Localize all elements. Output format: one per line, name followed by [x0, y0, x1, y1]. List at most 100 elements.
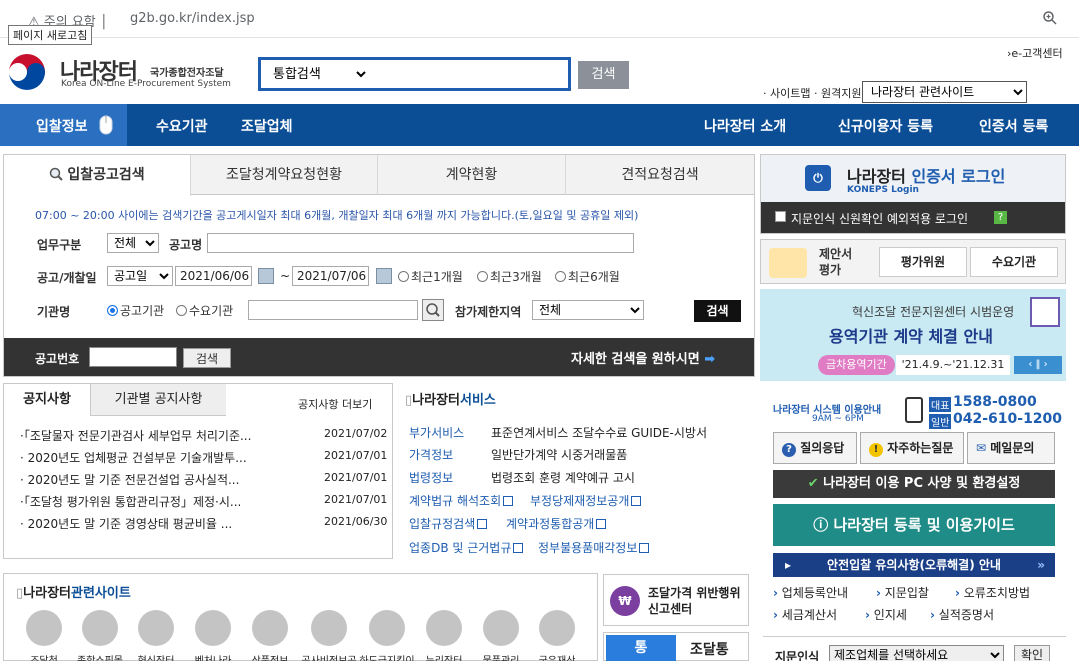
svc-link[interactable]: 부정당제재정보공개: [530, 492, 642, 509]
won-report-icon: ₩: [610, 586, 640, 616]
quick-link[interactable]: › 오류조치방법: [955, 584, 1030, 601]
svc-value[interactable]: 일반단가계약 시중거래물품: [491, 446, 627, 463]
radio-1month[interactable]: 최근1개월: [398, 268, 463, 285]
quick-link[interactable]: › 인지세: [865, 606, 907, 623]
quick-link[interactable]: › 실적증명서: [930, 606, 994, 623]
product-info-icon[interactable]: [252, 610, 288, 646]
goods-management-icon[interactable]: [483, 610, 519, 646]
confirm-button[interactable]: 확인: [1014, 645, 1050, 661]
svc-link[interactable]: 업종DB 및 근거법규: [409, 539, 524, 556]
browser-address-bar: ⚠ 주의 요함 │ g2b.go.kr/index.jsp 페이지 새로고침: [0, 0, 1079, 45]
radio-6month[interactable]: 최근6개월: [555, 268, 620, 285]
nav-about[interactable]: 나라장터 소개: [704, 116, 786, 136]
safe-bidding-notice[interactable]: ▸ 안전입찰 유의사항(오류해결) 안내»: [773, 553, 1055, 577]
pps-icon[interactable]: [26, 610, 62, 646]
tab-agency-notices[interactable]: 기관별 공지사항: [90, 384, 226, 416]
agency-input[interactable]: [248, 300, 418, 320]
venture-market-icon[interactable]: [195, 610, 231, 646]
checkbox[interactable]: [775, 211, 786, 222]
calendar-icon[interactable]: [376, 268, 392, 284]
quick-link[interactable]: › 세금계산서: [773, 606, 837, 623]
mouse-icon: [98, 114, 114, 136]
fingerprint-exception-login[interactable]: 지문인식 신원확인 예외적용 로그인 ?: [761, 202, 1065, 233]
registration-guide-button[interactable]: ⓘ 나라장터 등록 및 이용가이드: [773, 504, 1055, 546]
radio-notice-agency[interactable]: 공고기관: [107, 302, 164, 319]
external-link-icon: [639, 543, 650, 553]
date-to-input[interactable]: 2021/07/06: [292, 266, 369, 286]
notice-row[interactable]: · 2020년도 업체평균 건설부문 기술개발투... 2021/07/01: [20, 449, 387, 466]
notice-row[interactable]: · 2020년도 말 기준 경영상태 평균비율 ... 2021/06/30: [20, 515, 387, 532]
radio-3month[interactable]: 최근3개월: [477, 268, 542, 285]
nav-supplier[interactable]: 조달업체: [241, 116, 293, 136]
check-shield-icon: ✔: [807, 476, 819, 491]
svc-key: 부가서비스: [409, 426, 465, 440]
nav-new-user[interactable]: 신규이용자 등록: [838, 116, 933, 136]
zoom-icon[interactable]: [1042, 10, 1058, 26]
url-text[interactable]: g2b.go.kr/index.jsp: [130, 11, 255, 26]
nav-bid-info[interactable]: 입찰정보: [36, 116, 88, 136]
notice-row[interactable]: ·「조달청 평가위원 통합관리규정」제정·시... 2021/07/01: [20, 493, 387, 510]
cert-login-button[interactable]: ⏻ 나라장터 인증서 로그인 KONEPS Login: [761, 155, 1065, 202]
violation-report-center[interactable]: ₩ 조달가격 위반행위 신고센터: [603, 574, 749, 626]
quick-link[interactable]: › 지문입찰: [876, 584, 929, 601]
notice-row[interactable]: · 2020년도 말 기준 전문건설업 공사실적... 2021/07/01: [20, 471, 387, 488]
detail-search-link[interactable]: 자세한 검색을 원하시면 ➡: [571, 348, 715, 367]
state-property-icon[interactable]: [539, 610, 575, 646]
mail-button[interactable]: ✉ 메일문의: [967, 432, 1055, 464]
help-icon[interactable]: ?: [994, 211, 1007, 224]
banner-pager[interactable]: ‹ ‖ ›: [1014, 356, 1062, 374]
logo-sub: 국가종합전자조달: [150, 68, 224, 79]
nav-cert-register[interactable]: 인증서 등록: [979, 116, 1048, 136]
customer-center-link[interactable]: ›e-고객센터: [1007, 45, 1063, 61]
calendar-icon[interactable]: [258, 268, 274, 284]
svc-link[interactable]: 정부불용품매각정보: [538, 539, 650, 556]
innovation-market-icon[interactable]: [138, 610, 174, 646]
svc-link[interactable]: 입찰규정검색: [409, 515, 488, 532]
sitemap-link[interactable]: · 사이트맵 · 원격지원: [763, 85, 861, 101]
tab-notices[interactable]: 공지사항: [4, 384, 90, 416]
svc-value[interactable]: 표준연계서비스 조달수수료 GUIDE-시방서: [491, 424, 707, 441]
svc-link[interactable]: 계약법규 해석조회: [409, 492, 514, 509]
faq-button[interactable]: ! 자주하는질문: [860, 432, 964, 464]
date-from-input[interactable]: 2021/06/06: [175, 266, 252, 286]
biz-type-label: 업무구분: [37, 238, 82, 252]
related-sites-select[interactable]: 나라장터 관련사이트: [862, 81, 1027, 103]
nuri-market-icon[interactable]: [426, 610, 462, 646]
external-link-icon: [596, 519, 607, 529]
global-search-button[interactable]: 검색: [578, 61, 629, 89]
notices-more-link[interactable]: 공지사항 더보기: [298, 396, 372, 412]
site-logo[interactable]: 나라장터 국가종합전자조달 Korea ON-Line E-Procuremen…: [4, 52, 244, 98]
date-type-select[interactable]: 공고일: [107, 266, 173, 286]
notice-number-input[interactable]: [89, 347, 177, 367]
svc-link[interactable]: 계약과정통합공개: [506, 515, 607, 532]
phone-icon: [905, 397, 923, 423]
pc-spec-button[interactable]: ✔ 나라장터 이용 PC 사양 및 환경설정: [773, 470, 1055, 498]
cube-icon: [1030, 297, 1060, 327]
title-input[interactable]: [207, 233, 634, 253]
quick-link[interactable]: › 업체등록안내: [773, 584, 848, 601]
region-select[interactable]: 전체: [532, 300, 644, 320]
search-scope-select[interactable]: 통합검색: [269, 65, 369, 83]
svc-value[interactable]: 법령조회 훈령 계약예규 고시: [491, 469, 635, 486]
construction-cost-icon[interactable]: [311, 610, 347, 646]
tab-contract-request[interactable]: 조달청계약요청현황: [191, 155, 378, 195]
tab-contract-status[interactable]: 계약현황: [378, 155, 566, 195]
notice-number-search-button[interactable]: 검색: [183, 348, 231, 368]
radio-demand-agency[interactable]: 수요기관: [176, 302, 233, 319]
nav-demand-agency[interactable]: 수요기관: [156, 116, 208, 136]
jodal-tong-banner[interactable]: 통 조달통: [603, 632, 749, 661]
evaluator-button[interactable]: 평가위원: [879, 247, 967, 277]
qna-button[interactable]: ? 질의응답: [773, 432, 857, 464]
agency-lookup-button[interactable]: [422, 299, 444, 321]
tab-quote-search[interactable]: 견적요청검색: [566, 155, 754, 195]
supplier-select[interactable]: 제조업체를 선택하세요: [829, 645, 1004, 661]
shopping-mall-icon[interactable]: [82, 610, 118, 646]
agency-button[interactable]: 수요기관: [970, 247, 1058, 277]
innovation-banner[interactable]: 혁신조달 전문지원센터 시범운영 용역기관 계약 체결 안내 금차용역기간 '2…: [760, 289, 1066, 381]
bid-search-button[interactable]: 검색: [694, 300, 741, 322]
subcontract-icon[interactable]: [369, 610, 405, 646]
tab-bid-search[interactable]: 입찰공고검색: [4, 155, 191, 196]
biz-type-select[interactable]: 전체: [107, 233, 159, 253]
bid-search-panel: 입찰공고검색 조달청계약요청현황 계약현황 견적요청검색 07:00 ~ 20:…: [3, 154, 755, 377]
notice-row[interactable]: ·「조달물자 전문기관검사 세부업무 처리기준... 2021/07/02: [20, 427, 387, 444]
